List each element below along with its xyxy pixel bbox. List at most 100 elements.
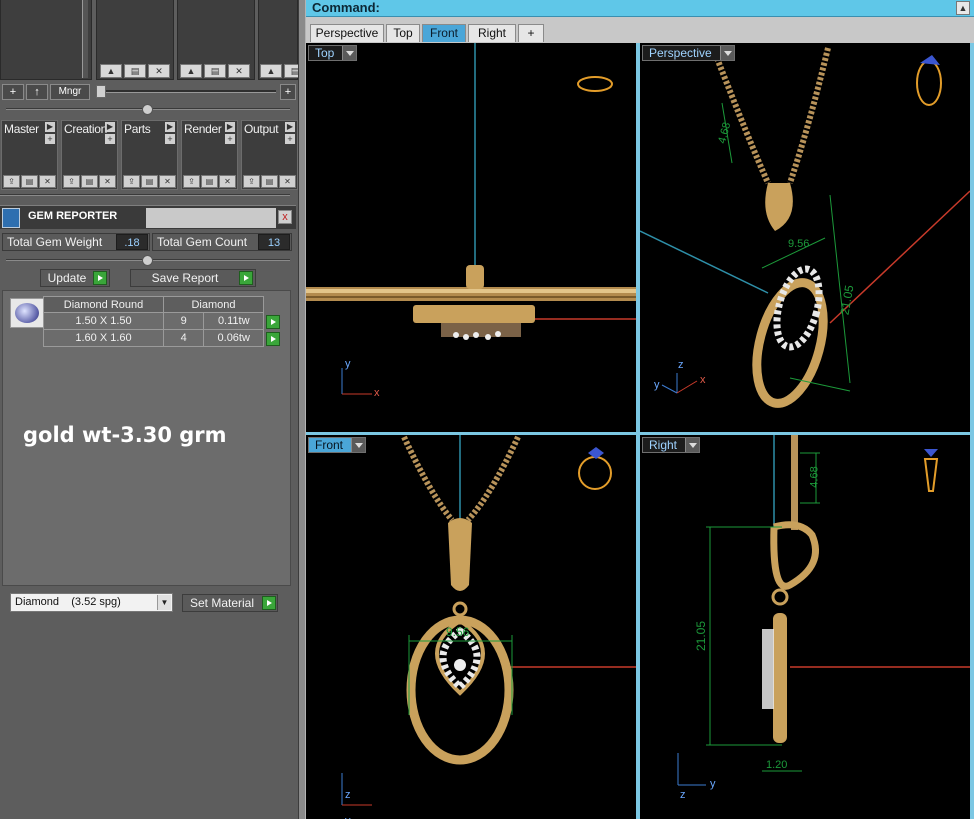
load-icon[interactable]: ⇪ [183, 175, 200, 188]
viewport-right[interactable]: Right 4.68 21.05 1.20 z y [640, 435, 970, 819]
viewport-perspective[interactable]: Perspective 4.68 21.05 9.56 z y x [640, 43, 970, 432]
scrollbar[interactable] [82, 0, 88, 78]
chevron-down-icon[interactable] [719, 46, 734, 60]
library-label: Parts [124, 122, 151, 136]
library-parts[interactable]: Parts ▶ + ⇪ ▤ ✕ [121, 120, 178, 190]
axis-label-x: x [374, 387, 380, 399]
right-view-render [677, 435, 970, 786]
play-icon[interactable] [262, 596, 276, 610]
save-icon[interactable]: ▤ [21, 175, 38, 188]
viewport-label-front[interactable]: Front [308, 437, 367, 453]
chevron-down-icon[interactable] [342, 46, 357, 60]
viewport-front[interactable]: Front 9.56 z y x [306, 435, 636, 819]
viewport-label-perspective[interactable]: Perspective [642, 45, 735, 61]
play-icon[interactable] [239, 271, 253, 285]
save-icon[interactable]: ▤ [141, 175, 158, 188]
library-render[interactable]: Render ▶ + ⇪ ▤ ✕ [181, 120, 238, 190]
save-icon[interactable]: ▤ [284, 64, 298, 78]
save-icon[interactable]: ▤ [201, 175, 218, 188]
header-bar [146, 208, 276, 228]
gem-weight: 0.11tw [203, 312, 264, 330]
tab-perspective[interactable]: Perspective [310, 24, 384, 42]
tab-right[interactable]: Right [468, 24, 516, 42]
close-icon[interactable]: ✕ [39, 175, 56, 188]
splitter[interactable] [0, 194, 290, 196]
gem-weight: 0.06tw [203, 329, 264, 347]
move-up-button[interactable]: ↑ [26, 84, 48, 100]
viewport-label-right[interactable]: Right [642, 437, 701, 453]
arrow-right-icon[interactable]: ▶ [225, 122, 235, 132]
close-icon[interactable]: x [278, 210, 292, 224]
command-bar[interactable]: Command: ▲ [306, 0, 974, 17]
play-icon[interactable] [266, 331, 281, 346]
library-master[interactable]: Master ▶ + ⇪ ▤ ✕ [1, 120, 58, 190]
up-icon[interactable]: ▲ [100, 64, 122, 78]
gem-table: Diamond Round Diamond 1.50 X 1.50 9 0.11… [43, 296, 283, 347]
close-icon[interactable]: ✕ [279, 175, 296, 188]
viewport-grid: Top y x Perspective 4.68 21.05 9.56 z y … [306, 43, 974, 819]
close-icon[interactable]: ✕ [228, 64, 250, 78]
library-label: Render [184, 122, 222, 136]
close-icon[interactable]: ✕ [148, 64, 170, 78]
add-button[interactable]: + [2, 84, 24, 100]
plus-icon[interactable]: + [45, 134, 55, 144]
axis-label-y: y [345, 358, 351, 370]
splitter-handle[interactable] [142, 104, 153, 115]
chevron-down-icon[interactable]: ▼ [157, 595, 171, 610]
material-select[interactable]: Diamond (3.52 spg) ▼ [10, 593, 173, 612]
close-icon[interactable]: ✕ [159, 175, 176, 188]
load-icon[interactable]: ⇪ [3, 175, 20, 188]
arrow-right-icon[interactable]: ▶ [45, 122, 55, 132]
save-icon[interactable]: ▤ [124, 64, 146, 78]
set-material-label: Set Material [189, 596, 255, 610]
chevron-down-icon[interactable] [351, 438, 366, 452]
label-text: Right [649, 438, 678, 452]
gem-reporter-header: GEM REPORTER x [0, 205, 296, 229]
library-output[interactable]: Output ▶ + ⇪ ▤ ✕ [241, 120, 298, 190]
plus-icon[interactable]: + [165, 134, 175, 144]
up-icon[interactable]: ▲ [180, 64, 202, 78]
tab-front[interactable]: Front [422, 24, 466, 42]
table-row[interactable]: 1.50 X 1.50 9 0.11tw [43, 312, 283, 330]
plus-icon[interactable]: + [105, 134, 115, 144]
plus-icon[interactable]: + [285, 134, 295, 144]
viewport-top[interactable]: Top y x [306, 43, 636, 432]
manager-button[interactable]: Mngr [50, 84, 90, 100]
close-icon[interactable]: ✕ [219, 175, 236, 188]
axis-label-x: x [700, 374, 706, 386]
play-icon[interactable] [266, 314, 280, 329]
viewport-label-top[interactable]: Top [308, 45, 358, 61]
save-report-button[interactable]: Save Report [130, 269, 256, 287]
tab-top[interactable]: Top [386, 24, 420, 42]
arrow-right-icon[interactable]: ▶ [105, 122, 115, 132]
panel-divider[interactable] [298, 0, 306, 819]
play-icon[interactable] [93, 271, 107, 285]
layer-slot[interactable] [0, 0, 92, 80]
gem-reporter-title: GEM REPORTER [28, 210, 118, 222]
save-icon[interactable]: ▤ [261, 175, 278, 188]
load-icon[interactable]: ⇪ [63, 175, 80, 188]
report-icon [2, 208, 20, 228]
add-slot-button[interactable]: + [280, 84, 296, 100]
command-label: Command: [312, 0, 380, 15]
plus-icon[interactable]: + [225, 134, 235, 144]
chevron-down-icon[interactable] [685, 438, 700, 452]
zoom-slider-track[interactable] [96, 90, 276, 93]
save-icon[interactable]: ▤ [81, 175, 98, 188]
arrow-right-icon[interactable]: ▶ [285, 122, 295, 132]
splitter-handle[interactable] [142, 255, 153, 266]
total-gem-weight-value: .18 [116, 234, 148, 250]
arrow-right-icon[interactable]: ▶ [165, 122, 175, 132]
zoom-slider-thumb[interactable] [96, 85, 106, 98]
add-view-icon[interactable]: + [518, 24, 544, 42]
save-icon[interactable]: ▤ [204, 64, 226, 78]
up-icon[interactable]: ▲ [260, 64, 282, 78]
library-creation[interactable]: Creation ▶ + ⇪ ▤ ✕ [61, 120, 118, 190]
load-icon[interactable]: ⇪ [243, 175, 260, 188]
label-text: Total Gem Weight [7, 235, 103, 249]
close-icon[interactable]: ✕ [99, 175, 116, 188]
top-view-render [306, 43, 636, 395]
load-icon[interactable]: ⇪ [123, 175, 140, 188]
chevron-up-icon[interactable]: ▲ [956, 1, 970, 15]
table-row[interactable]: 1.60 X 1.60 4 0.06tw [43, 329, 283, 347]
